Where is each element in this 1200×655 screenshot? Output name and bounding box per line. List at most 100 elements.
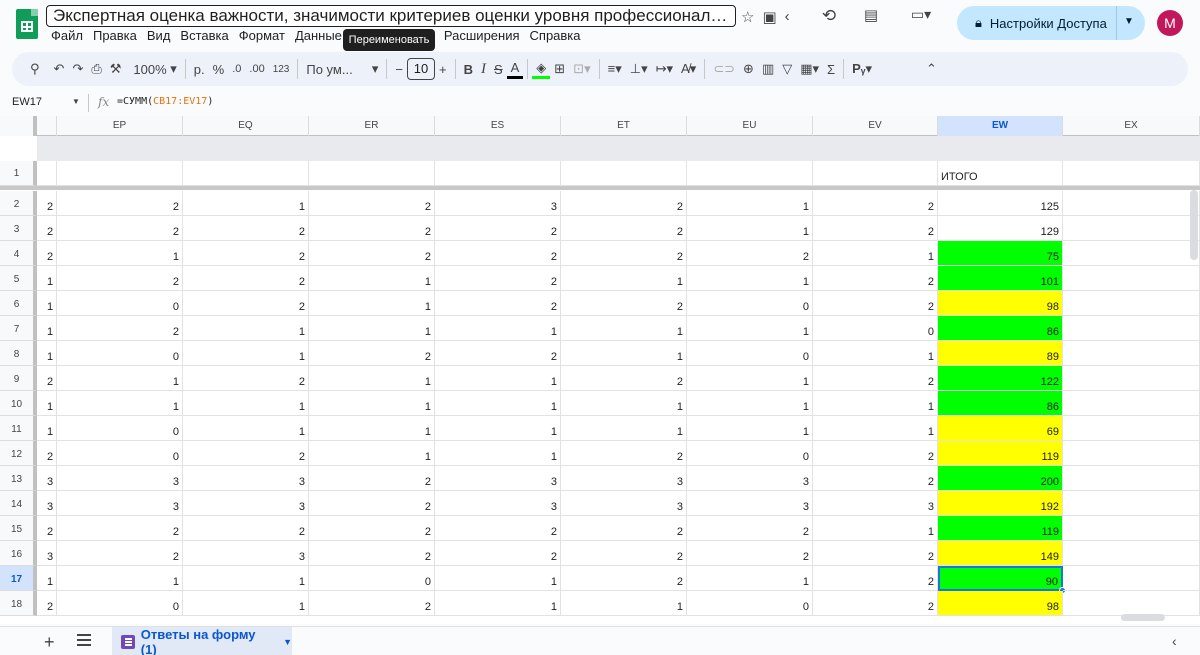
cell[interactable]: 1 xyxy=(687,266,813,291)
cell[interactable]: 1 xyxy=(309,316,435,341)
row-header[interactable]: 16 xyxy=(0,541,37,566)
side-panel-toggle-icon[interactable]: ‹ xyxy=(1172,633,1177,649)
cell[interactable]: 0 xyxy=(687,441,813,466)
history-icon[interactable]: ⟲ xyxy=(818,6,840,26)
avatar[interactable]: M xyxy=(1157,10,1183,36)
cell-ew-header[interactable]: ИТОГО xyxy=(938,161,1063,186)
column-header-es[interactable]: ES xyxy=(435,116,561,136)
cell[interactable]: 1 xyxy=(561,316,687,341)
cell[interactable]: 2 xyxy=(183,241,309,266)
cell[interactable]: 2 xyxy=(813,216,938,241)
currency-format-button[interactable]: р. xyxy=(190,57,209,81)
name-box-dropdown-icon[interactable]: ▼ xyxy=(72,97,80,106)
cell[interactable]: 1 xyxy=(309,416,435,441)
search-menus-icon[interactable]: ⚲ xyxy=(26,57,44,81)
column-header-er[interactable]: ER xyxy=(309,116,435,136)
cell[interactable]: 1 xyxy=(687,566,813,591)
column-header-ep[interactable]: EP xyxy=(57,116,183,136)
cell[interactable]: 2 xyxy=(183,266,309,291)
cell[interactable] xyxy=(1063,566,1200,591)
insert-chart-icon[interactable]: ▥ xyxy=(758,57,778,81)
cell-total[interactable]: 69 xyxy=(938,416,1063,441)
fill-color-icon[interactable]: ◈ xyxy=(532,59,551,79)
cloud-status-icon[interactable]: ‹ xyxy=(785,8,790,26)
share-dropdown-icon[interactable]: ▼ xyxy=(1124,16,1134,27)
cell-eo[interactable]: 1 xyxy=(37,291,57,316)
cell[interactable]: 0 xyxy=(687,341,813,366)
star-icon[interactable]: ☆ xyxy=(741,8,754,26)
cell[interactable]: 1 xyxy=(687,191,813,216)
cell[interactable]: 2 xyxy=(561,366,687,391)
cell[interactable] xyxy=(309,161,435,186)
cell[interactable]: 1 xyxy=(183,591,309,616)
cell[interactable] xyxy=(1063,591,1200,616)
cell[interactable]: 2 xyxy=(435,241,561,266)
cell[interactable]: 1 xyxy=(435,566,561,591)
column-header-ew[interactable]: EW xyxy=(938,116,1063,136)
cell[interactable]: 2 xyxy=(309,191,435,216)
cell[interactable]: 2 xyxy=(183,516,309,541)
cell[interactable]: 0 xyxy=(57,591,183,616)
font-family-select[interactable]: По ум... ▾ xyxy=(302,57,382,81)
cell[interactable]: 1 xyxy=(57,241,183,266)
cell[interactable]: 2 xyxy=(561,541,687,566)
cell[interactable]: 1 xyxy=(183,391,309,416)
row-header[interactable]: 8 xyxy=(0,341,37,366)
cell[interactable]: 1 xyxy=(309,441,435,466)
row-header[interactable]: 13 xyxy=(0,466,37,491)
cell[interactable]: 2 xyxy=(57,216,183,241)
cell[interactable]: 2 xyxy=(813,466,938,491)
add-sheet-icon[interactable]: + xyxy=(44,632,55,653)
cell-eo[interactable]: 2 xyxy=(37,216,57,241)
cell[interactable]: 0 xyxy=(309,566,435,591)
row-header[interactable]: 11 xyxy=(0,416,37,441)
cell-eo[interactable]: 1 xyxy=(37,566,57,591)
cell[interactable]: 2 xyxy=(309,216,435,241)
cell-eo[interactable]: 1 xyxy=(37,391,57,416)
cell[interactable]: 2 xyxy=(57,191,183,216)
cell[interactable]: 3 xyxy=(435,491,561,516)
menu-file[interactable]: Файл xyxy=(46,28,88,43)
cell[interactable]: 0 xyxy=(687,291,813,316)
cell[interactable]: 2 xyxy=(561,441,687,466)
column-header-et[interactable]: ET xyxy=(561,116,687,136)
cell[interactable]: 1 xyxy=(435,316,561,341)
cell[interactable]: 0 xyxy=(813,316,938,341)
cell-total[interactable]: 200 xyxy=(938,466,1063,491)
horizontal-align-icon[interactable]: ≡▾ xyxy=(604,57,626,81)
cell[interactable]: 2 xyxy=(57,266,183,291)
merge-cells-icon[interactable]: ⊡▾ xyxy=(569,57,594,81)
cell-eo[interactable]: 2 xyxy=(37,366,57,391)
cell[interactable] xyxy=(1063,366,1200,391)
cell[interactable]: 1 xyxy=(561,341,687,366)
cell[interactable]: 0 xyxy=(57,291,183,316)
cell[interactable]: 3 xyxy=(813,491,938,516)
cell-total[interactable]: 125 xyxy=(938,191,1063,216)
menu-insert[interactable]: Вставка xyxy=(175,28,233,43)
cell[interactable]: 1 xyxy=(561,391,687,416)
decrease-decimal-button[interactable]: .0 xyxy=(228,57,245,81)
vertical-scrollbar[interactable] xyxy=(1190,190,1198,260)
row-header[interactable]: 14 xyxy=(0,491,37,516)
cell[interactable]: 1 xyxy=(309,366,435,391)
cell[interactable]: 2 xyxy=(435,341,561,366)
cell-total[interactable]: 86 xyxy=(938,316,1063,341)
strikethrough-icon[interactable]: S xyxy=(490,57,507,81)
move-folder-icon[interactable]: ▣ xyxy=(762,8,776,26)
column-header-eo[interactable] xyxy=(37,116,57,136)
cell[interactable]: 2 xyxy=(813,266,938,291)
cell[interactable]: 1 xyxy=(183,566,309,591)
sheets-logo-icon[interactable] xyxy=(16,9,38,39)
cell[interactable]: 2 xyxy=(435,516,561,541)
increase-font-size-icon[interactable]: + xyxy=(435,57,451,81)
cell[interactable] xyxy=(1063,241,1200,266)
cell-eo[interactable]: 2 xyxy=(37,241,57,266)
document-title[interactable]: Экспертная оценка важности, значимости к… xyxy=(46,5,736,27)
cell[interactable]: 1 xyxy=(309,291,435,316)
row-header[interactable]: 18 xyxy=(0,591,37,616)
cell[interactable]: 2 xyxy=(183,216,309,241)
cell[interactable]: 2 xyxy=(57,516,183,541)
text-wrap-icon[interactable]: ↦▾ xyxy=(652,57,677,81)
row-header[interactable]: 9 xyxy=(0,366,37,391)
cell-eo[interactable]: 1 xyxy=(37,266,57,291)
